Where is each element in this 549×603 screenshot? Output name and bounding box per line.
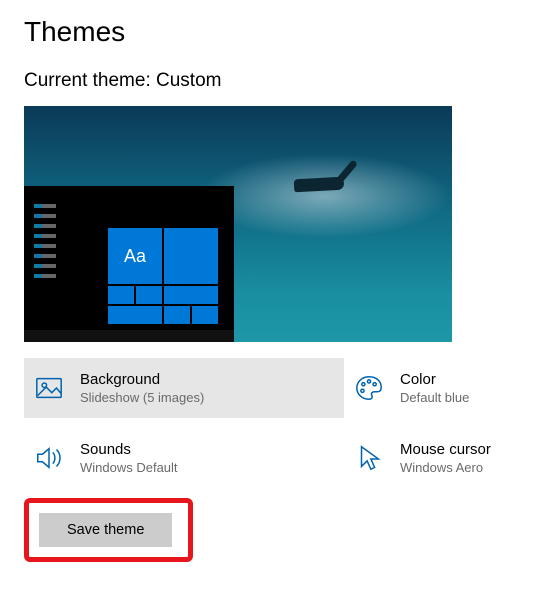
speaker-icon [32,441,66,475]
option-background-value: Slideshow (5 images) [80,390,204,405]
picture-icon [32,371,66,405]
option-color[interactable]: Color Default blue [344,358,525,418]
save-theme-highlight: Save theme [24,498,193,562]
save-theme-button[interactable]: Save theme [39,513,172,547]
page-title: Themes [24,16,525,48]
theme-preview: Aa [24,106,452,342]
current-theme-label: Current theme: Custom [24,70,525,92]
cursor-icon [352,441,386,475]
palette-icon [352,371,386,405]
option-background[interactable]: Background Slideshow (5 images) [24,358,344,418]
preview-tile-aa: Aa [108,228,162,284]
option-color-value: Default blue [400,390,469,405]
option-color-label: Color [400,371,469,388]
option-background-label: Background [80,371,204,388]
option-sounds-value: Windows Default [80,460,178,475]
option-mouse-cursor[interactable]: Mouse cursor Windows Aero [344,428,525,488]
option-sounds[interactable]: Sounds Windows Default [24,428,344,488]
option-cursor-value: Windows Aero [400,460,491,475]
option-cursor-label: Mouse cursor [400,441,491,458]
option-sounds-label: Sounds [80,441,178,458]
